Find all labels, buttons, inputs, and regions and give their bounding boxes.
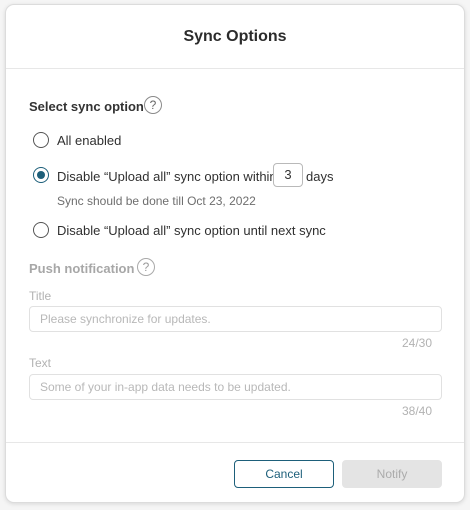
- select-sync-option-label: Select sync option: [29, 99, 144, 114]
- text-input[interactable]: Some of your in-app data needs to be upd…: [29, 374, 442, 400]
- cancel-button[interactable]: Cancel: [234, 460, 334, 488]
- days-input[interactable]: 3: [273, 163, 303, 187]
- text-char-counter: 38/40: [401, 404, 432, 418]
- push-notification-label: Push notification: [29, 261, 135, 276]
- dialog-title: Sync Options: [183, 27, 287, 45]
- title-field-label: Title: [29, 289, 52, 303]
- radio-all-enabled[interactable]: [33, 132, 49, 148]
- days-unit-label: days: [306, 169, 334, 184]
- text-field-label: Text: [29, 356, 52, 370]
- help-icon[interactable]: ?: [137, 258, 155, 276]
- radio-disable-until-next-sync[interactable]: [33, 222, 49, 238]
- radio-all-enabled-label: All enabled: [57, 133, 122, 148]
- radio-disable-within-days[interactable]: [33, 167, 49, 183]
- radio-disable-until-next-sync-label: Disable “Upload all” sync option until n…: [57, 223, 326, 238]
- notify-button[interactable]: Notify: [342, 460, 442, 488]
- footer-divider: [6, 442, 464, 443]
- title-input[interactable]: Please synchronize for updates.: [29, 306, 442, 332]
- sync-options-dialog: Sync Options Select sync option ? All en…: [5, 4, 465, 503]
- dialog-header: Sync Options: [6, 5, 464, 69]
- radio-disable-within-label: Disable “Upload all” sync option within: [57, 169, 277, 184]
- help-icon[interactable]: ?: [144, 96, 162, 114]
- sync-deadline-hint: Sync should be done till Oct 23, 2022: [57, 194, 256, 208]
- title-char-counter: 24/30: [401, 336, 432, 350]
